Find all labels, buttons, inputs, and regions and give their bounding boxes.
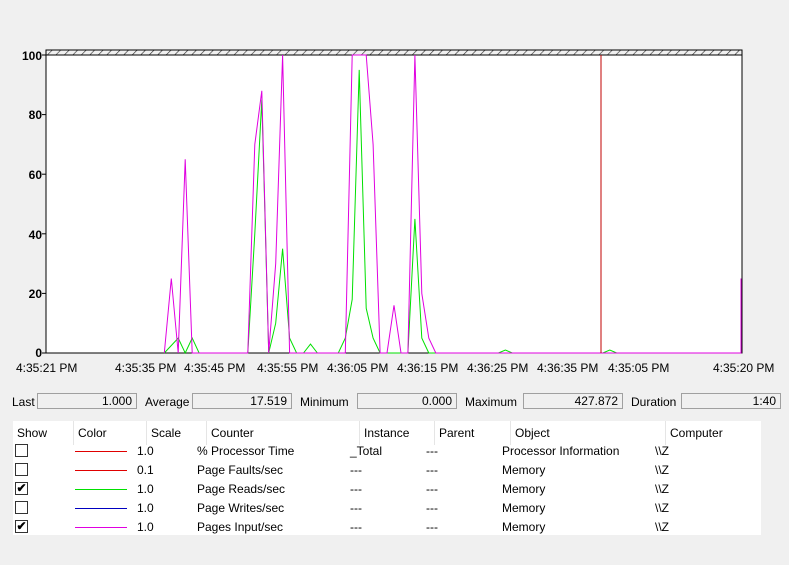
y-tick-label: 60 [28,168,42,182]
counter-cell: Pages Input/sec [197,520,284,534]
y-tick-label: 80 [28,108,42,122]
legend-row[interactable]: 1.0 Page Writes/sec --- --- Memory \\Z [13,499,761,518]
minimum-value: 0.000 [357,393,457,409]
object-cell: Memory [502,482,546,496]
color-swatch [75,451,127,452]
average-label: Average [145,395,190,409]
show-checkbox[interactable] [15,501,28,514]
object-cell: Processor Information [502,444,620,458]
counter-legend: Show Color Scale Counter Instance Parent… [13,421,761,535]
legend-row[interactable]: 0.1 Page Faults/sec --- --- Memory \\Z [13,461,761,480]
computer-cell: \\Z [655,482,669,496]
show-checkbox[interactable] [15,444,28,457]
duration-label: Duration [631,395,677,409]
x-tick-label: 4:35:55 PM [257,361,319,375]
show-checkbox[interactable] [15,463,28,476]
x-tick-label: 4:35:21 PM [16,361,78,375]
legend-row[interactable]: ✔ 1.0 Pages Input/sec --- --- Memory \\Z [13,518,761,535]
counter-cell: % Processor Time [197,444,295,458]
maximum-label: Maximum [465,395,518,409]
y-tick-label: 40 [28,228,42,242]
show-checkbox[interactable]: ✔ [15,520,28,533]
instance-cell: --- [350,520,362,534]
x-tick-label: 4:36:25 PM [467,361,529,375]
scale-cell: 1.0 [137,482,154,496]
last-label: Last [12,395,35,409]
x-tick-label: 4:36:05 PM [327,361,389,375]
instance-cell: --- [350,463,362,477]
x-tick-label: 4:36:35 PM [537,361,599,375]
color-swatch [75,470,127,471]
color-swatch [75,489,127,490]
average-value: 17.519 [192,393,292,409]
scale-cell: 1.0 [137,444,154,458]
object-cell: Memory [502,520,546,534]
object-cell: Memory [502,463,546,477]
legend-row[interactable]: ✔ 1.0 Page Reads/sec --- --- Memory \\Z [13,480,761,499]
x-tick-label: 4:35:45 PM [184,361,246,375]
parent-cell: --- [426,520,438,534]
duration-value: 1:40 [681,393,781,409]
x-tick-label: 4:35:05 PM [608,361,670,375]
parent-cell: --- [426,463,438,477]
legend-row[interactable]: 1.0 % Processor Time _Total --- Processo… [13,442,761,461]
computer-cell: \\Z [655,463,669,477]
parent-cell: --- [426,501,438,515]
minimum-label: Minimum [300,395,349,409]
x-tick-label: 4:35:35 PM [115,361,177,375]
last-value: 1.000 [37,393,137,409]
x-tick-label: 4:36:15 PM [397,361,459,375]
computer-cell: \\Z [655,501,669,515]
x-tick-label: 4:35:20 PM [713,361,775,375]
y-tick-label: 20 [28,287,42,301]
instance-cell: --- [350,501,362,515]
counter-cell: Page Writes/sec [197,501,285,515]
overflow-band [45,49,743,56]
scale-cell: 0.1 [137,463,154,477]
line-chart [42,49,743,355]
computer-cell: \\Z [655,444,669,458]
object-cell: Memory [502,501,546,515]
scale-cell: 1.0 [137,501,154,515]
y-tick-label: 100 [21,49,42,63]
performance-graph[interactable]: 100 80 60 40 20 0 4:35:21 PM 4:35:35 PM … [0,0,789,380]
computer-cell: \\Z [655,520,669,534]
maximum-value: 427.872 [523,393,623,409]
parent-cell: --- [426,444,438,458]
parent-cell: --- [426,482,438,496]
color-swatch [75,527,127,528]
instance-cell: _Total [350,444,383,458]
counter-cell: Page Reads/sec [197,482,286,496]
counter-cell: Page Faults/sec [197,463,284,477]
instance-cell: --- [350,482,362,496]
y-tick-label: 0 [35,346,42,360]
scale-cell: 1.0 [137,520,154,534]
statistics-bar: Last 1.000 Average 17.519 Minimum 0.000 … [0,393,789,411]
color-swatch [75,508,127,509]
show-checkbox[interactable]: ✔ [15,482,28,495]
